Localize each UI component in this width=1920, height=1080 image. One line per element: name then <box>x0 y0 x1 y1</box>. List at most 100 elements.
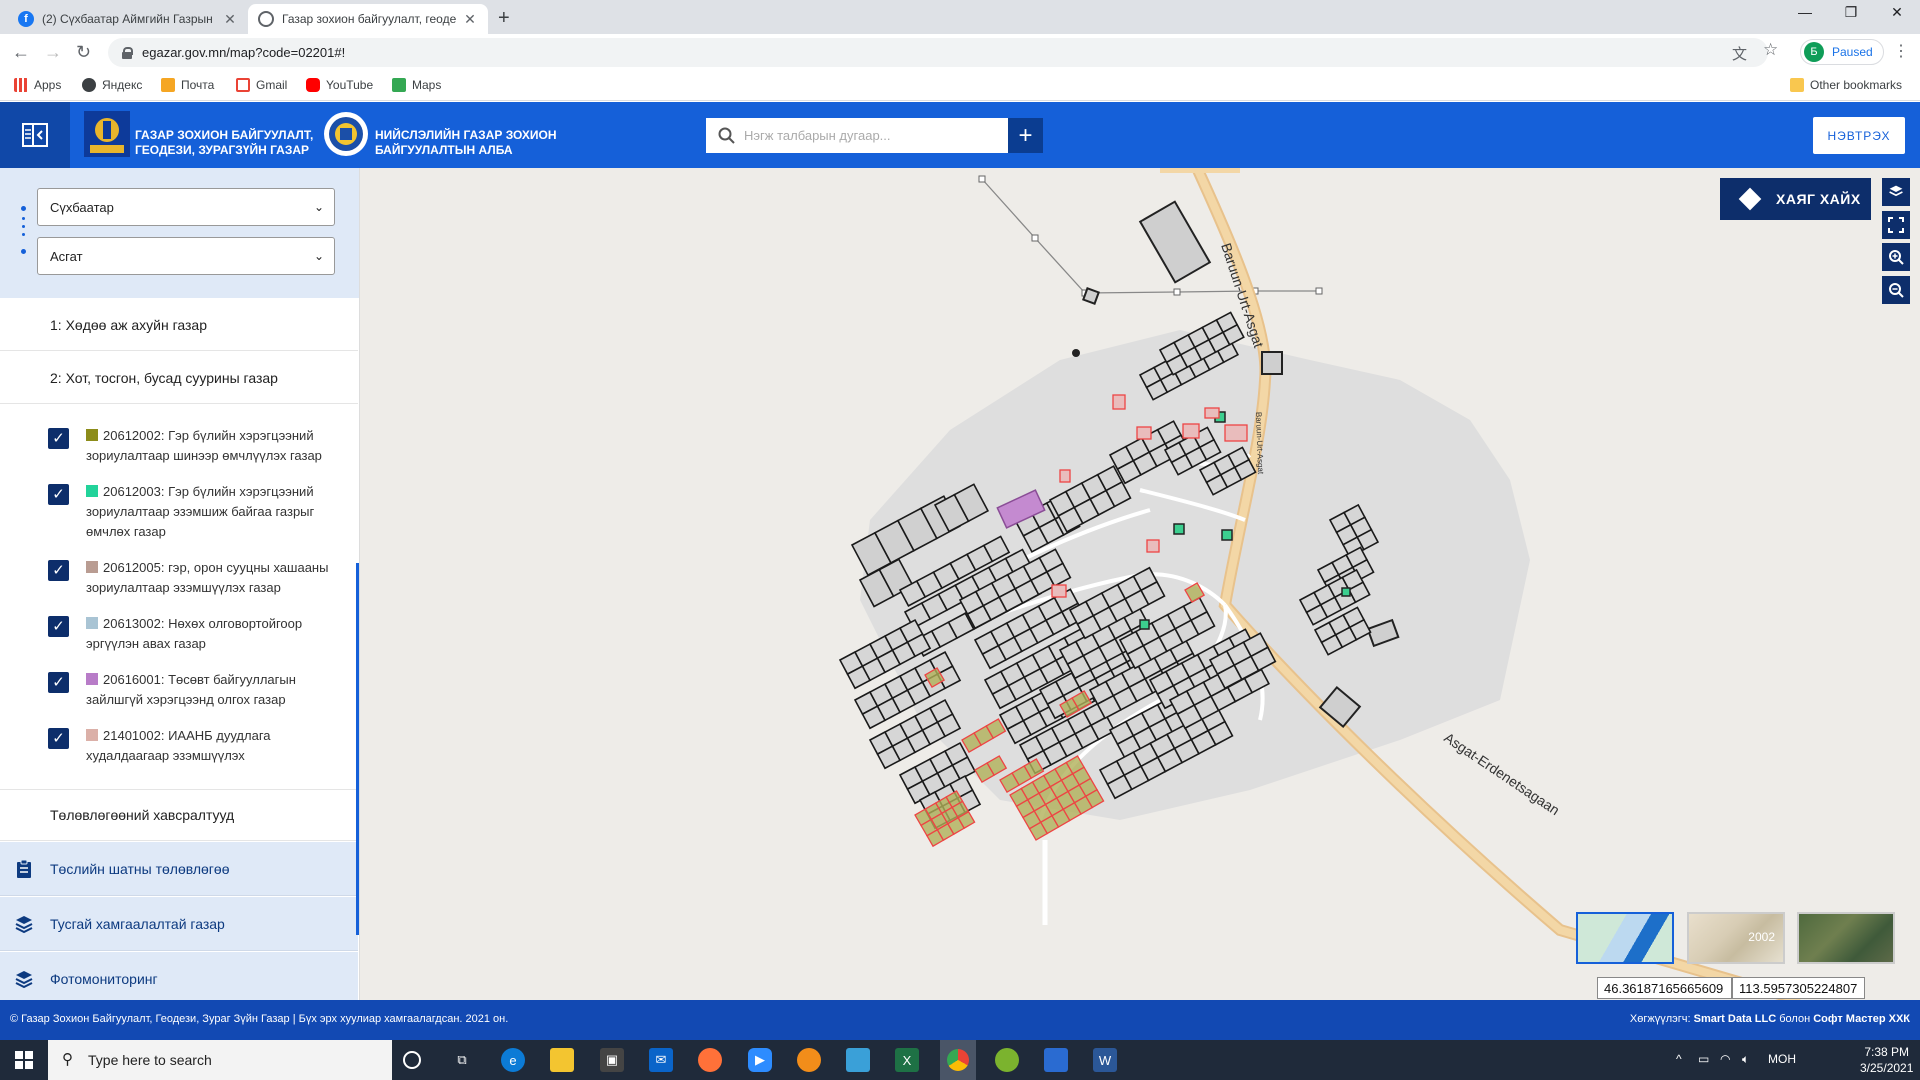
file-explorer-icon[interactable] <box>550 1048 574 1072</box>
tray-chevron-icon[interactable]: ^ <box>1676 1052 1682 1066</box>
step-dot <box>22 217 25 220</box>
checkbox-checked[interactable]: ✓ <box>48 728 69 749</box>
mail-icon <box>161 78 175 92</box>
layers-button[interactable] <box>1882 178 1910 206</box>
clipboard-icon <box>17 859 31 878</box>
profile-button[interactable]: Б Paused <box>1800 39 1884 65</box>
app-icon[interactable] <box>995 1048 1019 1072</box>
word-icon[interactable]: W <box>1093 1048 1117 1072</box>
language-indicator[interactable]: МОН <box>1768 1052 1796 1066</box>
bookmark-pochta[interactable]: Почта <box>161 78 214 92</box>
star-icon[interactable]: ☆ <box>1763 40 1778 60</box>
login-button[interactable]: НЭВТРЭХ <box>1813 117 1905 154</box>
wifi-icon[interactable]: ◠ <box>1720 1052 1730 1066</box>
basemap-map[interactable] <box>1576 912 1674 964</box>
zoom-in-button[interactable] <box>1882 243 1910 271</box>
lock-icon[interactable] <box>122 46 133 59</box>
layers-icon <box>15 971 33 989</box>
nav-project-plan[interactable]: Төслийн шатны төлөвлөгөө <box>0 842 358 896</box>
store-icon[interactable]: ▣ <box>600 1048 624 1072</box>
layers-icon <box>1889 185 1903 197</box>
sum-select[interactable]: Асгат ⌄ <box>37 237 335 275</box>
basemap-satellite[interactable] <box>1797 912 1895 964</box>
url-bar[interactable]: egazar.gov.mn/map?code=02201#! <box>108 38 1768 67</box>
new-tab-icon[interactable]: + <box>498 7 510 30</box>
search-icon: ⚲ <box>62 1051 73 1068</box>
city-land-office-logo <box>324 112 368 156</box>
browser-tab[interactable]: f (2) Сүхбаатар Аймгийн Газрын Ха ✕ <box>8 4 248 34</box>
fullscreen-button[interactable] <box>1882 211 1910 239</box>
legend-swatch <box>86 729 98 741</box>
bookmark-youtube[interactable]: YouTube <box>306 78 373 92</box>
chrome-taskbar-active[interactable] <box>940 1040 976 1080</box>
volume-icon[interactable]: 🔈︎ <box>1742 1052 1749 1067</box>
bookmark-maps[interactable]: Maps <box>392 78 441 92</box>
step-dot <box>21 206 26 211</box>
restore-icon[interactable]: ❐ <box>1828 4 1874 21</box>
kebab-menu-icon[interactable]: ⋮ <box>1893 41 1909 61</box>
plus-icon: + <box>1018 121 1033 149</box>
sidebar: Сүхбаатар ⌄ Асгат ⌄ 1: Хөдөө аж ахуйн га… <box>0 168 360 1000</box>
address-bar-row: ← → ↻ egazar.gov.mn/map?code=02201#! 文 ☆… <box>0 34 1920 71</box>
address-search-button[interactable]: ХАЯГ ХАЙХ <box>1720 178 1871 220</box>
edge-icon[interactable]: e <box>501 1048 525 1072</box>
copyright-text: © Газар Зохион Байгуулалт, Геодези, Зура… <box>10 1013 509 1025</box>
excel-icon[interactable]: X <box>895 1048 919 1072</box>
app-icon[interactable] <box>1044 1048 1068 1072</box>
layers-icon <box>15 916 33 934</box>
close-tab-icon[interactable]: ✕ <box>462 11 478 28</box>
checkbox-checked[interactable]: ✓ <box>48 560 69 581</box>
translate-icon[interactable]: 文 <box>1732 43 1747 64</box>
reload-icon[interactable]: ↻ <box>76 42 91 63</box>
bookmark-yandex[interactable]: Яндекс <box>82 78 142 92</box>
clock[interactable]: 7:38 PM 3/25/2021 <box>1860 1044 1913 1076</box>
app-icon[interactable] <box>846 1048 870 1072</box>
network-icon[interactable]: ▭ <box>1698 1052 1709 1066</box>
plan-attachments[interactable]: Төлөвлөгөөний хавсралтууд <box>0 789 358 841</box>
ministry-emblem-logo <box>84 111 130 157</box>
category-agricultural[interactable]: 1: Хөдөө аж ахуйн газар <box>0 299 358 351</box>
other-bookmarks[interactable]: Other bookmarks <box>1790 78 1902 92</box>
yandex-icon <box>82 78 96 92</box>
page-footer: © Газар Зохион Байгуулалт, Геодези, Зура… <box>0 1000 1920 1040</box>
browser-tab-active[interactable]: Газар зохион байгуулалт, геодез ✕ <box>248 4 488 34</box>
category-urban[interactable]: 2: Хот, тосгон, бусад суурины газар <box>0 352 358 404</box>
checkbox-checked[interactable]: ✓ <box>48 484 69 505</box>
checkbox-checked[interactable]: ✓ <box>48 672 69 693</box>
url-text: egazar.gov.mn/map?code=02201#! <box>142 45 346 60</box>
aimag-select[interactable]: Сүхбаатар ⌄ <box>37 188 335 226</box>
nav-photomonitoring[interactable]: Фотомониторинг <box>0 952 358 1000</box>
sidebar-toggle-button[interactable] <box>0 102 70 168</box>
minimize-icon[interactable]: — <box>1782 4 1828 20</box>
bookmark-apps[interactable]: Apps <box>14 78 61 92</box>
gmail-icon <box>236 78 250 92</box>
taskbar-search[interactable]: ⚲ Type here to search <box>48 1040 392 1080</box>
browser-tab-bar: f (2) Сүхбаатар Аймгийн Газрын Ха ✕ Газа… <box>0 0 1920 34</box>
checkbox-checked[interactable]: ✓ <box>48 428 69 449</box>
tab-title: (2) Сүхбаатар Аймгийн Газрын Ха <box>42 12 216 26</box>
step-dot <box>22 233 25 236</box>
legend-swatch <box>86 429 98 441</box>
add-search-button[interactable]: + <box>1008 118 1043 153</box>
mail-icon[interactable]: ✉ <box>649 1048 673 1072</box>
zoom-out-button[interactable] <box>1882 276 1910 304</box>
forward-icon[interactable]: → <box>44 42 62 63</box>
bookmark-gmail[interactable]: Gmail <box>236 78 287 92</box>
tab-title: Газар зохион байгуулалт, геодез <box>282 12 456 26</box>
checkbox-checked[interactable]: ✓ <box>48 616 69 637</box>
parcel-search-input[interactable] <box>744 128 994 143</box>
close-window-icon[interactable]: ✕ <box>1874 4 1920 21</box>
cortana-icon[interactable] <box>403 1051 421 1069</box>
back-icon[interactable]: ← <box>12 42 30 63</box>
start-button[interactable] <box>0 1040 48 1080</box>
map-canvas[interactable]: Baruun-Urt-Asgat Asgat-Erdenetsagaan Bar… <box>360 168 1920 1000</box>
firefox-icon[interactable] <box>698 1048 722 1072</box>
nav-protected-areas[interactable]: Тусгай хамгаалалтай газар <box>0 897 358 951</box>
zoom-app-icon[interactable]: ▶ <box>748 1048 772 1072</box>
app-icon[interactable] <box>797 1048 821 1072</box>
task-view-icon[interactable]: ⧉ <box>450 1048 474 1072</box>
legend-item: ✓ 20612005: гэр, орон сууцны хашааны зори… <box>48 558 338 604</box>
close-tab-icon[interactable]: ✕ <box>222 11 238 28</box>
legend-item: ✓ 20612002: Гэр бүлийн хэрэгцээний зориул… <box>48 426 338 472</box>
basemap-terrain[interactable]: 2002 <box>1687 912 1785 964</box>
